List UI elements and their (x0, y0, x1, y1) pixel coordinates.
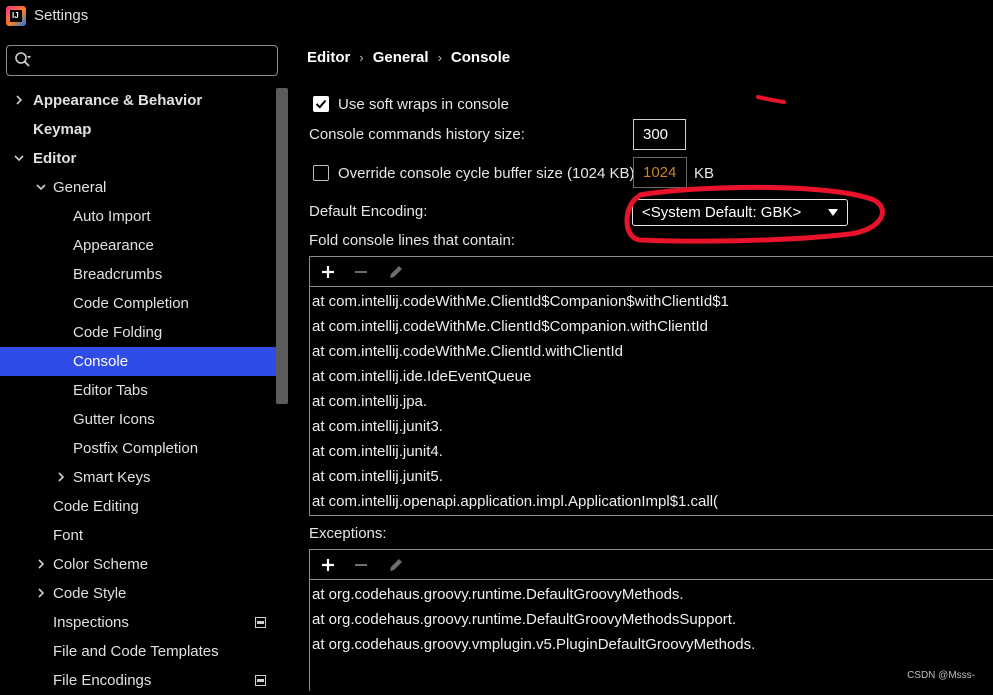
sidebar-item-inspections[interactable]: Inspections (0, 608, 276, 637)
breadcrumb-separator: › (437, 50, 442, 65)
list-item[interactable]: at com.intellij.junit3. (312, 414, 443, 439)
sidebar-item-console[interactable]: Console (0, 347, 276, 376)
sidebar-scrollbar[interactable] (276, 88, 288, 404)
sidebar-item-label: Breadcrumbs (73, 266, 163, 283)
settings-tree: Appearance & Behavior Keymap Editor General… (0, 86, 276, 691)
sidebar-item-label: Code Editing (53, 498, 139, 515)
list-item[interactable]: at com.intellij.jpa. (312, 389, 427, 414)
sidebar-item-label: Code Folding (73, 324, 163, 341)
default-encoding-select[interactable]: <System Default: GBK> (632, 199, 848, 226)
fold-lines-panel: at com.intellij.codeWithMe.ClientId$Comp… (309, 256, 993, 516)
list-item[interactable]: at com.intellij.ide.IdeEventQueue (312, 364, 531, 389)
search-icon (15, 52, 31, 67)
soft-wraps-label: Use soft wraps in console (338, 96, 509, 113)
breadcrumb-general[interactable]: General (373, 49, 429, 66)
breadcrumb-console: Console (450, 49, 511, 66)
list-item[interactable]: at com.intellij.openapi.application.impl… (312, 489, 718, 514)
sidebar-item-label: Keymap (33, 121, 92, 138)
sidebar-item-label: Postfix Completion (73, 440, 199, 457)
sidebar-item-label: Appearance (73, 237, 154, 254)
list-item[interactable]: at org.codehaus.groovy.runtime.DefaultGr… (312, 582, 684, 607)
sidebar-item-appearance-behavior[interactable]: Appearance & Behavior (0, 86, 276, 115)
checkmark-icon (315, 99, 327, 109)
sidebar-item-gutter-icons[interactable]: Gutter Icons (0, 405, 276, 434)
chevron-right-icon[interactable] (35, 558, 47, 570)
plus-icon[interactable] (318, 262, 338, 282)
sidebar-item-postfix-completion[interactable]: Postfix Completion (0, 434, 276, 463)
fold-lines-toolbar (310, 257, 993, 287)
chevron-right-icon[interactable] (13, 94, 25, 106)
plus-icon[interactable] (318, 555, 338, 575)
history-size-input[interactable]: 300 (633, 119, 686, 150)
sidebar-item-label: Console (73, 353, 129, 370)
pencil-icon[interactable] (386, 555, 406, 575)
title-bar: IJ Settings (0, 0, 993, 33)
sidebar-item-label: General (53, 179, 107, 196)
history-size-label: Console commands history size: (309, 126, 525, 143)
sidebar-item-label: Editor Tabs (73, 382, 148, 399)
default-encoding-label: Default Encoding: (309, 203, 428, 220)
override-buffer-label: Override console cycle buffer size (1024… (338, 165, 635, 182)
sidebar-item-editor[interactable]: Editor (0, 144, 276, 173)
sidebar-item-label: Font (53, 527, 84, 544)
sidebar-item-font[interactable]: Font (0, 521, 276, 550)
project-scope-icon (255, 675, 266, 686)
sidebar-item-keymap[interactable]: Keymap (0, 115, 276, 144)
chevron-right-icon[interactable] (35, 587, 47, 599)
sidebar-item-label: Editor (33, 150, 77, 167)
list-item[interactable]: at org.codehaus.groovy.runtime.DefaultGr… (312, 607, 736, 632)
sidebar-item-code-folding[interactable]: Code Folding (0, 318, 276, 347)
sidebar-item-label: Inspections (53, 614, 129, 631)
settings-search-input[interactable] (6, 45, 278, 76)
sidebar-item-appearance[interactable]: Appearance (0, 231, 276, 260)
breadcrumb: Editor › General › Console (307, 49, 510, 66)
list-item[interactable]: at org.codehaus.groovy.vmplugin.v5.Plugi… (312, 632, 755, 657)
sidebar-item-label: Smart Keys (73, 469, 151, 486)
sidebar-item-label: Appearance & Behavior (33, 92, 203, 109)
chevron-down-icon[interactable] (13, 152, 25, 164)
exceptions-toolbar (310, 550, 993, 580)
sidebar-item-label: Code Style (53, 585, 127, 602)
minus-icon[interactable] (351, 555, 371, 575)
chevron-down-icon (828, 209, 838, 216)
sidebar-item-general[interactable]: General (0, 173, 276, 202)
sidebar-item-file-and-code-templates[interactable]: File and Code Templates (0, 637, 276, 666)
fold-lines-label: Fold console lines that contain: (309, 232, 515, 249)
pencil-icon[interactable] (386, 262, 406, 282)
list-item[interactable]: at com.intellij.codeWithMe.ClientId$Comp… (312, 289, 729, 314)
list-item[interactable]: at com.intellij.codeWithMe.ClientId$Comp… (312, 314, 708, 339)
buffer-unit-label: KB (694, 165, 715, 182)
breadcrumb-editor[interactable]: Editor (307, 49, 350, 66)
exceptions-panel: at org.codehaus.groovy.runtime.DefaultGr… (309, 549, 993, 691)
sidebar-item-label: Color Scheme (53, 556, 149, 573)
minus-icon[interactable] (351, 262, 371, 282)
sidebar-item-code-style[interactable]: Code Style (0, 579, 276, 608)
sidebar-item-code-editing[interactable]: Code Editing (0, 492, 276, 521)
sidebar-item-label: File and Code Templates (53, 643, 219, 660)
sidebar-item-auto-import[interactable]: Auto Import (0, 202, 276, 231)
sidebar-item-color-scheme[interactable]: Color Scheme (0, 550, 276, 579)
list-item[interactable]: at com.intellij.junit5. (312, 464, 443, 489)
chevron-down-icon[interactable] (35, 181, 47, 193)
sidebar-item-smart-keys[interactable]: Smart Keys (0, 463, 276, 492)
chevron-right-icon[interactable] (55, 471, 67, 483)
window-title: Settings (34, 7, 89, 24)
watermark: CSDN @Msss- (907, 670, 975, 681)
sidebar-item-label: Auto Import (73, 208, 151, 225)
override-buffer-checkbox[interactable] (313, 165, 329, 181)
list-item[interactable]: at com.intellij.codeWithMe.ClientId.with… (312, 339, 623, 364)
sidebar-item-code-completion[interactable]: Code Completion (0, 289, 276, 318)
project-scope-icon (255, 617, 266, 628)
default-encoding-value: <System Default: GBK> (642, 204, 802, 221)
exceptions-label: Exceptions: (309, 525, 387, 542)
intellij-logo-icon: IJ (6, 6, 26, 26)
sidebar-item-label: Code Completion (73, 295, 189, 312)
breadcrumb-separator: › (359, 50, 364, 65)
sidebar-item-label: Gutter Icons (73, 411, 155, 428)
sidebar-item-editor-tabs[interactable]: Editor Tabs (0, 376, 276, 405)
buffer-size-input[interactable]: 1024 (633, 157, 687, 188)
soft-wraps-checkbox[interactable] (313, 96, 329, 112)
sidebar-item-breadcrumbs[interactable]: Breadcrumbs (0, 260, 276, 289)
list-item[interactable]: at com.intellij.junit4. (312, 439, 443, 464)
